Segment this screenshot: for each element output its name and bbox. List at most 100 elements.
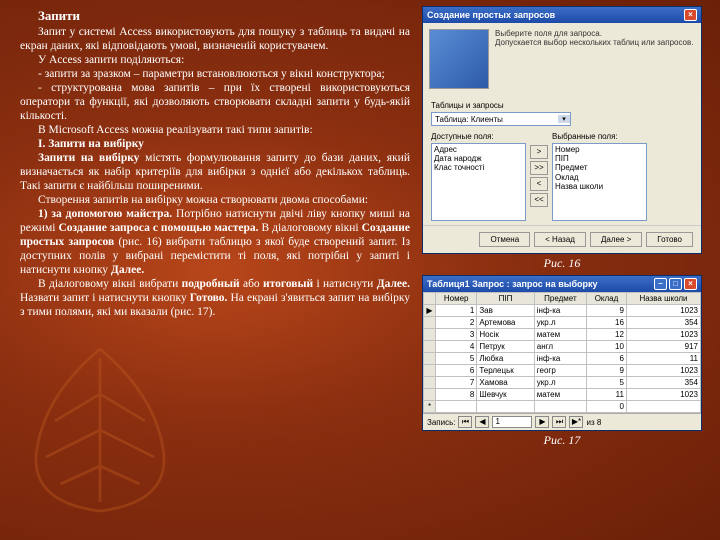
- minimize-icon[interactable]: –: [654, 278, 667, 290]
- cell[interactable]: 9: [587, 305, 627, 317]
- row-selector[interactable]: *: [424, 401, 436, 413]
- datasheet-window: Таблиця1 Запрос : запрос на выборку – □ …: [422, 275, 702, 431]
- cell[interactable]: 9: [587, 365, 627, 377]
- cell[interactable]: укр.л: [534, 317, 586, 329]
- row-selector[interactable]: [424, 317, 436, 329]
- cell[interactable]: Любка: [477, 353, 534, 365]
- cell[interactable]: [436, 401, 477, 413]
- list-item[interactable]: ПІП: [555, 154, 644, 163]
- cell[interactable]: 1023: [626, 389, 700, 401]
- table-row[interactable]: *0: [424, 401, 701, 413]
- cell[interactable]: Носік: [477, 329, 534, 341]
- cell[interactable]: укр.л: [534, 377, 586, 389]
- cell[interactable]: 354: [626, 377, 700, 389]
- table-row[interactable]: 4Петрукангл10917: [424, 341, 701, 353]
- nav-last-button[interactable]: ⏭: [552, 416, 566, 428]
- nav-new-button[interactable]: ▶*: [569, 416, 583, 428]
- nav-current-field[interactable]: 1: [492, 416, 532, 428]
- next-button[interactable]: Далее >: [590, 232, 642, 247]
- available-fields-list[interactable]: АдресДата народжКлас точності: [431, 143, 526, 221]
- cell[interactable]: 1023: [626, 329, 700, 341]
- cell[interactable]: 354: [626, 317, 700, 329]
- move-all-left-button[interactable]: <<: [530, 193, 548, 207]
- list-item[interactable]: Назва школи: [555, 182, 644, 191]
- nav-first-button[interactable]: ⏮: [458, 416, 472, 428]
- move-all-right-button[interactable]: >>: [530, 161, 548, 175]
- cell[interactable]: Шевчук: [477, 389, 534, 401]
- cell[interactable]: Петрук: [477, 341, 534, 353]
- table-row[interactable]: 2Артемоваукр.л16354: [424, 317, 701, 329]
- cell[interactable]: 12: [587, 329, 627, 341]
- close-icon[interactable]: ×: [684, 278, 697, 290]
- list-item[interactable]: Клас точності: [434, 163, 523, 172]
- column-header[interactable]: ПІП: [477, 293, 534, 305]
- list-item[interactable]: Предмет: [555, 163, 644, 172]
- figure-caption: Рис. 17: [422, 433, 702, 448]
- cell[interactable]: 6: [436, 365, 477, 377]
- cell[interactable]: 4: [436, 341, 477, 353]
- close-icon[interactable]: ×: [684, 9, 697, 21]
- list-item[interactable]: Адрес: [434, 145, 523, 154]
- column-header[interactable]: Предмет: [534, 293, 586, 305]
- cell[interactable]: Зав: [477, 305, 534, 317]
- finish-button[interactable]: Готово: [646, 232, 693, 247]
- move-right-button[interactable]: >: [530, 145, 548, 159]
- cell[interactable]: 7: [436, 377, 477, 389]
- cell[interactable]: інф-ка: [534, 353, 586, 365]
- cell[interactable]: Терлецьк: [477, 365, 534, 377]
- cell[interactable]: 2: [436, 317, 477, 329]
- cell[interactable]: 8: [436, 389, 477, 401]
- cell[interactable]: Артемова: [477, 317, 534, 329]
- list-item[interactable]: Номер: [555, 145, 644, 154]
- list-item[interactable]: Дата народж: [434, 154, 523, 163]
- selected-fields-list[interactable]: НомерПІППредметОкладНазва школи: [552, 143, 647, 221]
- cell[interactable]: [534, 401, 586, 413]
- cell[interactable]: 10: [587, 341, 627, 353]
- table-row[interactable]: 7Хамоваукр.л5354: [424, 377, 701, 389]
- table-combo[interactable]: Таблица: Клиенты ▾: [431, 112, 571, 126]
- table-row[interactable]: 3Носікматем121023: [424, 329, 701, 341]
- move-left-button[interactable]: <: [530, 177, 548, 191]
- cell[interactable]: [477, 401, 534, 413]
- cell[interactable]: 5: [587, 377, 627, 389]
- cell[interactable]: 11: [626, 353, 700, 365]
- cell[interactable]: 1: [436, 305, 477, 317]
- row-selector[interactable]: [424, 377, 436, 389]
- cell[interactable]: 5: [436, 353, 477, 365]
- cell[interactable]: матем: [534, 329, 586, 341]
- data-grid[interactable]: НомерПІППредметОкладНазва школи▶1Завінф-…: [423, 292, 701, 413]
- column-header[interactable]: Назва школи: [626, 293, 700, 305]
- column-header[interactable]: Номер: [436, 293, 477, 305]
- cell[interactable]: 16: [587, 317, 627, 329]
- cell[interactable]: 3: [436, 329, 477, 341]
- cell[interactable]: [626, 401, 700, 413]
- row-selector[interactable]: [424, 365, 436, 377]
- cell[interactable]: англ: [534, 341, 586, 353]
- table-row[interactable]: 6Терлецькгеогр91023: [424, 365, 701, 377]
- cell[interactable]: геогр: [534, 365, 586, 377]
- row-selector[interactable]: [424, 353, 436, 365]
- cell[interactable]: Хамова: [477, 377, 534, 389]
- cell[interactable]: матем: [534, 389, 586, 401]
- cell[interactable]: 1023: [626, 305, 700, 317]
- column-header[interactable]: Оклад: [587, 293, 627, 305]
- cell[interactable]: 917: [626, 341, 700, 353]
- row-selector[interactable]: [424, 389, 436, 401]
- table-row[interactable]: ▶1Завінф-ка91023: [424, 305, 701, 317]
- cancel-button[interactable]: Отмена: [479, 232, 530, 247]
- nav-next-button[interactable]: ▶: [535, 416, 549, 428]
- cell[interactable]: інф-ка: [534, 305, 586, 317]
- maximize-icon[interactable]: □: [669, 278, 682, 290]
- back-button[interactable]: < Назад: [534, 232, 586, 247]
- cell[interactable]: 6: [587, 353, 627, 365]
- list-item[interactable]: Оклад: [555, 173, 644, 182]
- table-row[interactable]: 8Шевчукматем111023: [424, 389, 701, 401]
- cell[interactable]: 0: [587, 401, 627, 413]
- cell[interactable]: 1023: [626, 365, 700, 377]
- table-row[interactable]: 5Любкаінф-ка611: [424, 353, 701, 365]
- row-selector[interactable]: ▶: [424, 305, 436, 317]
- cell[interactable]: 11: [587, 389, 627, 401]
- row-selector[interactable]: [424, 329, 436, 341]
- row-selector[interactable]: [424, 341, 436, 353]
- nav-prev-button[interactable]: ◀: [475, 416, 489, 428]
